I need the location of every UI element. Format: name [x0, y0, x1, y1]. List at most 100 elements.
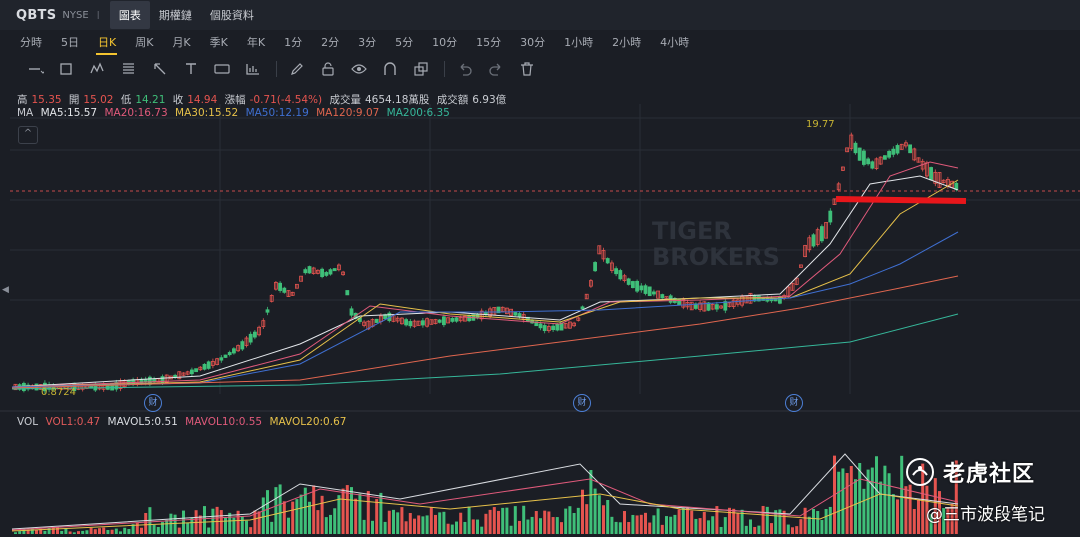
volume-bar — [144, 512, 148, 534]
volume-bar — [690, 510, 694, 534]
candlestick — [820, 226, 824, 242]
period-intraday[interactable]: 分時 — [10, 32, 51, 52]
magnet-icon[interactable] — [376, 58, 404, 80]
period-30min[interactable]: 30分 — [510, 32, 554, 52]
earnings-marker[interactable]: 财 — [144, 394, 162, 412]
mavol20-value: MAVOL20:0.67 — [269, 416, 347, 428]
candlestick — [223, 354, 228, 358]
vol-label[interactable]: VOL — [17, 416, 38, 428]
period-monthly[interactable]: 月K — [162, 32, 199, 52]
period-daily[interactable]: 日K — [88, 32, 125, 55]
candlestick — [441, 316, 446, 326]
volume-bar — [98, 528, 101, 534]
volume-bar — [60, 530, 64, 534]
lock-icon[interactable] — [314, 58, 342, 80]
volume-bar — [912, 508, 916, 534]
volume-bar — [43, 530, 47, 534]
ticker-symbol[interactable]: QBTS — [16, 8, 56, 23]
period-1min[interactable]: 1分 — [274, 32, 311, 52]
volume-bar — [786, 524, 790, 534]
measure-tool-icon[interactable] — [239, 58, 267, 80]
period-quarterly[interactable]: 季K — [200, 32, 237, 52]
pencil-icon[interactable] — [283, 58, 311, 80]
trash-icon[interactable] — [513, 58, 541, 80]
candlestick — [513, 312, 518, 316]
volume-bar — [287, 517, 290, 534]
volume-bar — [140, 527, 143, 534]
collapse-toggle-icon[interactable]: ^ — [18, 126, 38, 144]
rectangle-tool-icon[interactable] — [53, 58, 81, 80]
candlestick — [303, 269, 308, 274]
volume-bar — [698, 518, 702, 534]
mavol5-value: MAVOL5:0.51 — [107, 416, 178, 428]
volume-bar — [18, 531, 22, 534]
volume-bar — [85, 530, 89, 534]
volume-bar — [47, 527, 51, 534]
volume-bar — [816, 511, 820, 534]
redo-icon[interactable] — [482, 58, 510, 80]
earnings-marker[interactable]: 财 — [573, 394, 591, 412]
volume-bar — [341, 488, 345, 534]
ma120-value: MA120:9.07 — [316, 107, 380, 119]
volume-bar — [736, 513, 740, 534]
volume-bar — [753, 526, 757, 534]
candlestick — [408, 321, 413, 327]
scroll-left-icon[interactable]: ◀ — [2, 285, 9, 295]
volume-bar — [362, 519, 366, 534]
volume-bar — [770, 523, 773, 534]
volume-bar — [392, 509, 395, 534]
arrow-tool-icon[interactable] — [146, 58, 174, 80]
tab-chart[interactable]: 圖表 — [109, 1, 150, 29]
community-brand-text: 老虎社区 — [943, 462, 1036, 487]
volume-bar — [572, 512, 576, 534]
tab-stock-info[interactable]: 個股資料 — [201, 1, 263, 29]
volume-value: 4654.18萬股 — [364, 94, 430, 106]
candlestick — [618, 270, 623, 280]
ma50-line — [11, 231, 959, 388]
fibonacci-tool-icon[interactable] — [115, 58, 143, 80]
candlestick — [240, 341, 245, 350]
volume-bar — [669, 516, 673, 534]
volume-bar — [177, 527, 181, 534]
volume-bar — [383, 521, 387, 534]
earnings-marker[interactable]: 财 — [785, 394, 803, 412]
volume-bar — [257, 511, 261, 534]
period-2hour[interactable]: 2小時 — [602, 32, 650, 52]
period-1hour[interactable]: 1小時 — [554, 32, 602, 52]
eye-icon[interactable] — [345, 58, 373, 80]
volume-bar — [530, 516, 534, 534]
tab-options-chain[interactable]: 期權鏈 — [150, 1, 201, 29]
period-2min[interactable]: 2分 — [311, 32, 348, 52]
volume-bar — [324, 517, 328, 534]
volume-bar — [639, 514, 643, 534]
period-5min[interactable]: 5分 — [385, 32, 422, 52]
candlestick — [194, 368, 199, 373]
pattern-tool-icon[interactable] — [84, 58, 112, 80]
period-10min[interactable]: 10分 — [422, 32, 466, 52]
change-value: -0.71(-4.54%) — [249, 94, 323, 106]
volume-bar — [476, 519, 479, 534]
volume-bar — [68, 531, 72, 534]
volume-bar — [891, 494, 895, 534]
text-tool-icon[interactable] — [177, 58, 205, 80]
volume-bar — [610, 516, 614, 534]
layers-icon[interactable] — [407, 58, 435, 80]
period-4hour[interactable]: 4小時 — [650, 32, 698, 52]
volume-bar — [51, 527, 55, 534]
volume-bar — [413, 518, 416, 534]
period-3min[interactable]: 3分 — [348, 32, 385, 52]
undo-icon[interactable] — [451, 58, 479, 80]
period-weekly[interactable]: 周K — [125, 32, 162, 52]
label-tool-icon[interactable] — [208, 58, 236, 80]
volume-bar — [450, 524, 454, 534]
candlestick — [320, 268, 325, 277]
volume-bar — [656, 508, 660, 534]
ma-label[interactable]: MA — [17, 107, 33, 119]
volume-bar — [576, 507, 580, 534]
line-tool-icon[interactable] — [22, 58, 50, 80]
volume-bar — [614, 521, 618, 534]
period-15min[interactable]: 15分 — [466, 32, 510, 52]
period-yearly[interactable]: 年K — [237, 32, 274, 52]
period-5day[interactable]: 5日 — [51, 32, 88, 52]
volume-bar — [841, 468, 845, 534]
